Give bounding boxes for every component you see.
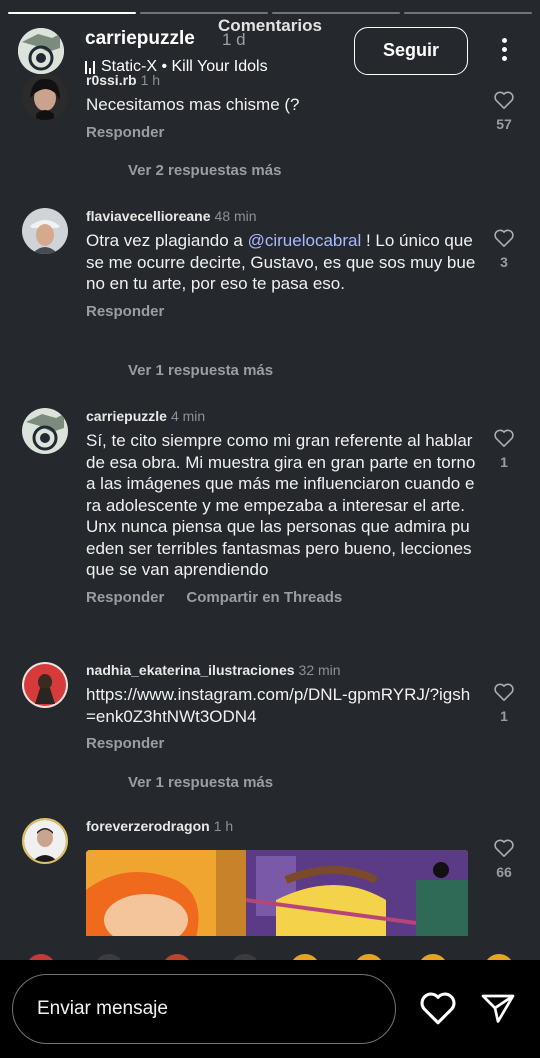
like-count: 1 [500, 708, 508, 724]
progress-segment [8, 12, 136, 14]
view-more-replies-button[interactable]: Ver 2 respuestas más [128, 162, 281, 179]
mention-link[interactable]: @ciruelocabral [248, 231, 362, 250]
comment-username[interactable]: nadhia_ekaterina_ilustraciones 32 min [86, 662, 478, 678]
avatar[interactable] [22, 662, 68, 708]
more-vertical-icon[interactable] [496, 38, 512, 66]
heart-outline-icon [494, 229, 514, 247]
view-more-replies-button[interactable]: Ver 1 respuesta más [128, 774, 273, 791]
view-more-replies-button[interactable]: Ver 1 respuesta más [128, 362, 273, 379]
music-info[interactable]: Static-X • Kill Your Idols [85, 58, 268, 76]
avatar[interactable] [22, 408, 68, 454]
like-count: 3 [500, 254, 508, 270]
reply-button[interactable]: Responder [86, 589, 164, 606]
message-composer-bar: Enviar mensaje [0, 960, 540, 1058]
music-label: Static-X • Kill Your Idols [101, 58, 268, 75]
comment-link[interactable]: https://www.instagram.com/p/DNL-gpmRYRJ/… [86, 684, 478, 727]
like-button[interactable]: 1 [490, 682, 518, 724]
comment-username[interactable]: carriepuzzle 4 min [86, 408, 478, 424]
heart-outline-icon [494, 429, 514, 447]
send-button[interactable] [480, 991, 518, 1027]
music-bars-icon [85, 60, 95, 74]
comment-time: 4 min [170, 408, 206, 424]
comment-text: Otra vez plagiando a @ciruelocabral ! Lo… [86, 231, 476, 293]
comment-text: Necesitamos mas chisme (? [86, 95, 300, 114]
like-count: 66 [496, 864, 512, 880]
like-button[interactable]: 66 [490, 838, 518, 880]
comment-image[interactable] [86, 850, 468, 936]
send-message-input[interactable]: Enviar mensaje [12, 974, 396, 1044]
like-button[interactable]: 3 [490, 228, 518, 270]
progress-segment [272, 12, 400, 14]
progress-segment [404, 12, 532, 14]
heart-outline-icon [494, 91, 514, 109]
heart-outline-icon [494, 683, 514, 701]
reply-button[interactable]: Responder [86, 303, 164, 320]
heart-outline-icon [420, 992, 456, 1025]
comment-username[interactable]: flaviavecellioreane 48 min [86, 208, 478, 224]
reply-button[interactable]: Responder [86, 735, 164, 752]
comment-text: Sí, te cito siempre como mi gran referen… [86, 431, 476, 579]
like-button[interactable]: 1 [490, 428, 518, 470]
like-story-button[interactable] [418, 990, 458, 1028]
avatar[interactable] [22, 818, 68, 864]
share-to-threads-button[interactable]: Compartir en Threads [186, 589, 342, 606]
comment-username[interactable]: foreverzerodragon 1 h [86, 818, 478, 834]
comments-sheet-title: Comentarios [218, 16, 322, 35]
avatar[interactable] [22, 208, 68, 254]
comment-time: 48 min [214, 208, 257, 224]
reply-button[interactable]: Responder [86, 124, 164, 141]
paper-plane-icon [481, 994, 515, 1023]
comments-list[interactable]: r0ssi.rb 1 h Necesitamos mas chisme (? Re… [0, 70, 540, 936]
comment-time: 1 h [213, 818, 234, 834]
like-button[interactable]: 57 [490, 90, 518, 132]
like-count: 57 [496, 116, 512, 132]
comment-time: 32 min [298, 662, 341, 678]
story-progress [8, 12, 532, 14]
like-count: 1 [500, 454, 508, 470]
heart-outline-icon [494, 839, 514, 857]
progress-segment [140, 12, 268, 14]
